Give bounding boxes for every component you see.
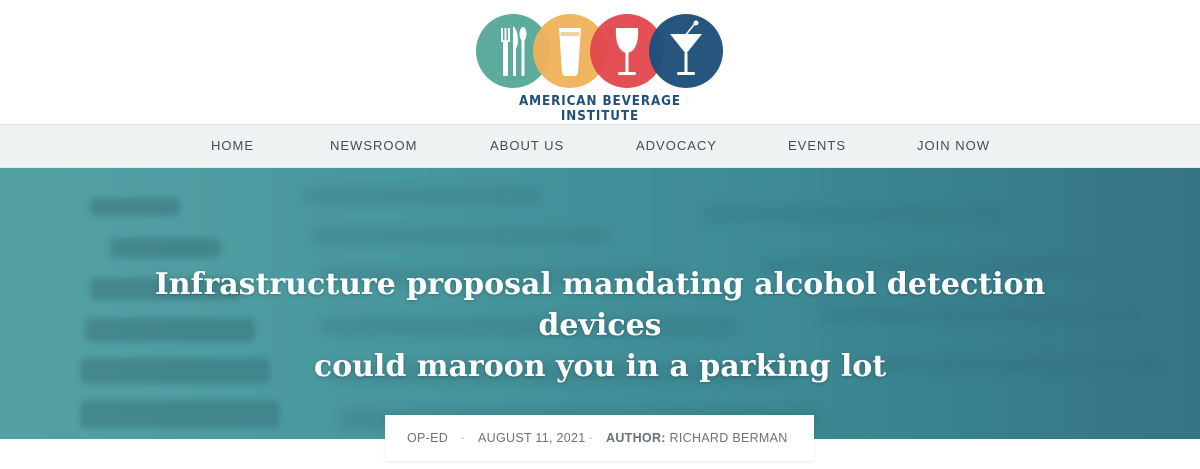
author-name[interactable]: RICHARD BERMAN bbox=[670, 431, 788, 445]
nav-item-home[interactable]: HOME bbox=[211, 125, 254, 167]
nav-item-join-now[interactable]: JOIN NOW bbox=[917, 125, 990, 167]
logo-wordmark: AMERICAN BEVERAGE INSTITUTE bbox=[518, 94, 682, 124]
logo-circles bbox=[476, 14, 723, 88]
fork-knife-spoon-icon bbox=[501, 26, 527, 76]
meta-separator: · bbox=[589, 431, 594, 445]
article-title-line-2: could maroon you in a parking lot bbox=[313, 349, 887, 384]
nav-item-about-us[interactable]: ABOUT US bbox=[490, 125, 564, 167]
main-nav: HOME NEWSROOM ABOUT US ADVOCACY EVENTS J… bbox=[0, 124, 1200, 168]
site-logo[interactable]: AMERICAN BEVERAGE INSTITUTE bbox=[475, 12, 725, 124]
article-hero: Infrastructure proposal mandating alcoho… bbox=[0, 168, 1200, 439]
nav-item-advocacy[interactable]: ADVOCACY bbox=[636, 125, 717, 167]
article-category[interactable]: OP-ED bbox=[407, 415, 448, 461]
article-title-line-1: Infrastructure proposal mandating alcoho… bbox=[154, 267, 1046, 343]
author-label: AUTHOR: bbox=[606, 431, 666, 445]
article-author: AUTHOR: RICHARD BERMAN bbox=[606, 415, 788, 461]
article-meta: OP-ED · AUGUST 11, 2021 · AUTHOR: RICHAR… bbox=[385, 415, 814, 461]
meta-separator: · bbox=[461, 431, 466, 445]
beer-glass-icon bbox=[559, 28, 581, 76]
article-date: AUGUST 11, 2021 bbox=[478, 431, 586, 445]
site-header: AMERICAN BEVERAGE INSTITUTE bbox=[0, 0, 1200, 124]
nav-item-newsroom[interactable]: NEWSROOM bbox=[330, 125, 417, 167]
article-title: Infrastructure proposal mandating alcoho… bbox=[100, 264, 1100, 387]
nav-item-events[interactable]: EVENTS bbox=[788, 125, 846, 167]
